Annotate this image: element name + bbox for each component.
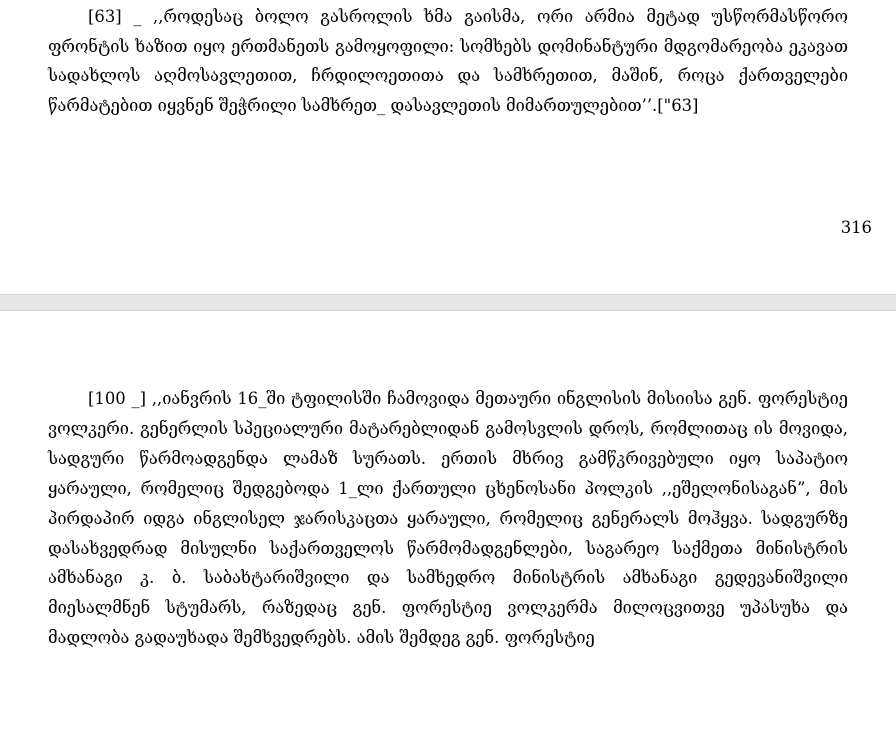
- page-number: 316: [840, 218, 872, 237]
- page-separator: [0, 294, 896, 311]
- document-page-top: [63] _ ,,როდესაც ბოლო გასროლის ხმა გაისმ…: [0, 0, 896, 294]
- body-paragraph: [100 _] ,,იანვრის 16_ში ტფილისში ჩამოვიდ…: [48, 389, 848, 648]
- body-paragraph: [63] _ ,,როდესაც ბოლო გასროლის ხმა გაისმ…: [48, 7, 848, 116]
